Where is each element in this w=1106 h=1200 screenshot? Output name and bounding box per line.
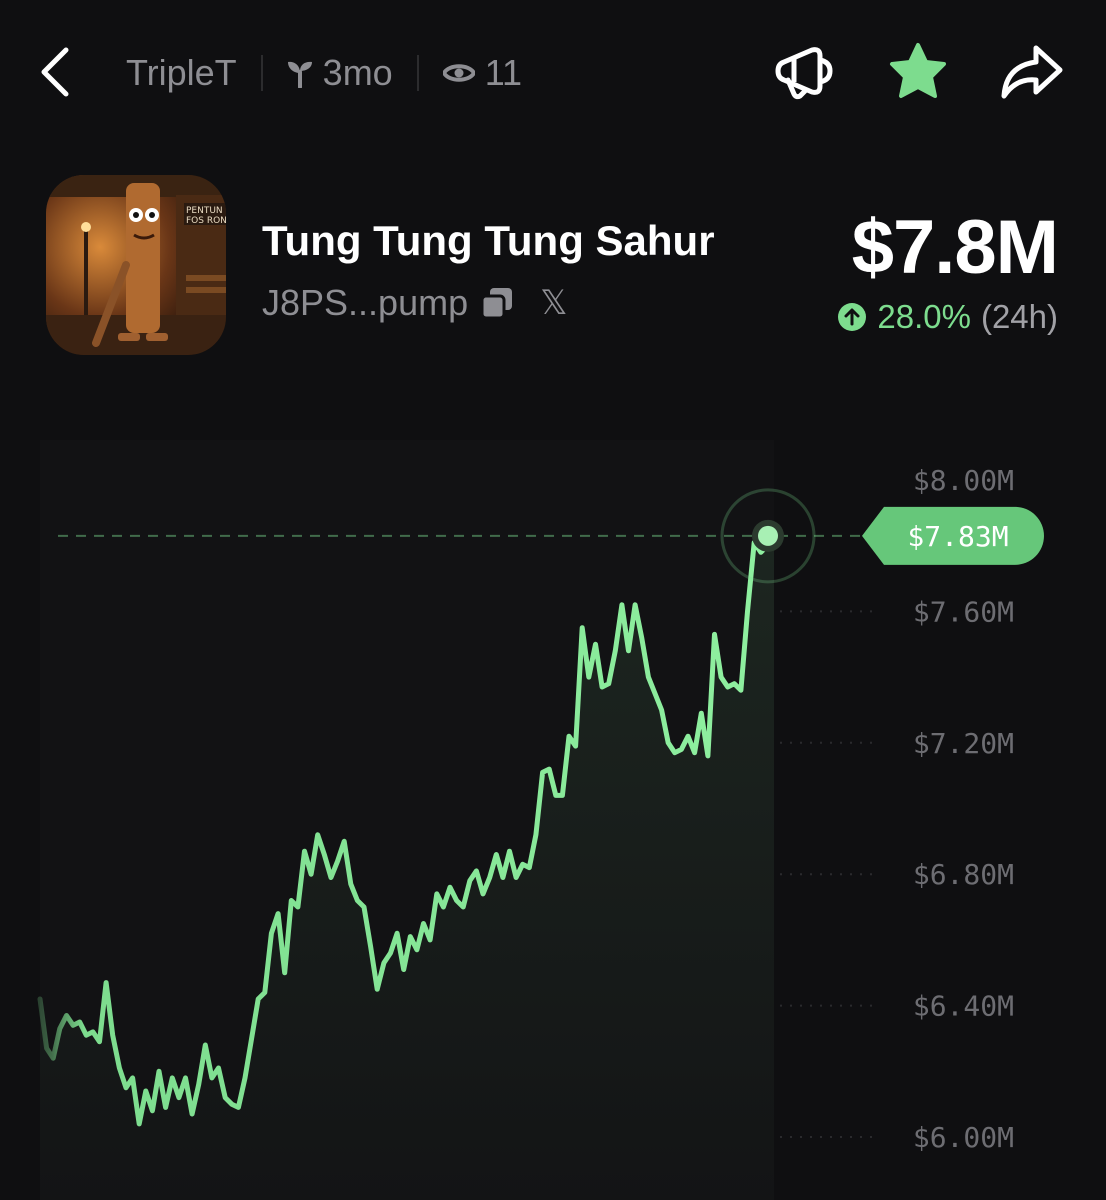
view-count-text: 11	[484, 52, 523, 93]
eye-icon	[442, 64, 475, 82]
current-price-label: $7.83M	[907, 520, 1008, 553]
current-point	[758, 525, 778, 546]
price-chart[interactable]: $8.00M $7.60M $7.20M $6.80M $6.40M $6.00M $7.…	[0, 440, 1106, 1200]
current-price-tag: $7.83M	[862, 506, 1044, 565]
top-bar: TripleT 3mo 11	[0, 0, 1106, 145]
token-name: Tung Tung Tung Sahur	[262, 217, 715, 264]
divider	[260, 55, 263, 91]
announce-button[interactable]	[772, 40, 836, 104]
svg-text:FOS RON: FOS RON	[186, 216, 226, 226]
token-address-row: J8PS...pump 𝕏	[262, 282, 568, 324]
copy-icon[interactable]	[480, 286, 514, 320]
token-meta: TripleT 3mo 11	[126, 48, 522, 98]
x-icon[interactable]: 𝕏	[540, 283, 567, 323]
creator-name[interactable]: TripleT	[126, 52, 237, 94]
share-button[interactable]	[998, 40, 1063, 104]
chevron-left-icon	[41, 47, 69, 97]
price-chart-svg[interactable]: $8.00M $7.60M $7.20M $6.80M $6.40M $6.00M $7.…	[0, 440, 1106, 1200]
star-icon	[890, 43, 946, 98]
view-count: 11	[442, 52, 523, 94]
y-tick-label: $7.60M	[913, 595, 1014, 628]
y-tick-label: $7.20M	[913, 727, 1014, 760]
token-artwork: PENTUN FOS RON	[46, 175, 226, 355]
token-info: PENTUN FOS RON Tung Tung Tung Sahur J8PS…	[0, 170, 1106, 370]
sprout-icon	[287, 61, 312, 88]
megaphone-icon	[775, 47, 833, 100]
change-percent: 28.0%	[877, 298, 971, 335]
divider	[416, 55, 419, 91]
y-tick-label: $6.00M	[913, 1121, 1014, 1154]
token-address: J8PS...pump	[262, 282, 469, 323]
favorite-button[interactable]	[886, 40, 950, 104]
svg-text:PENTUN: PENTUN	[186, 206, 223, 216]
share-icon	[1001, 45, 1063, 99]
y-tick-label: $6.80M	[913, 858, 1014, 891]
y-tick-label: $6.40M	[913, 990, 1014, 1023]
market-cap: $7.8M	[851, 205, 1059, 290]
token-age: 3mo	[287, 52, 393, 94]
y-tick-label: $8.00M	[913, 464, 1014, 497]
back-button[interactable]	[36, 42, 80, 102]
change-period: (24h)	[980, 298, 1058, 335]
price-change: 28.0% (24h)	[837, 298, 1058, 336]
token-image: PENTUN FOS RON	[46, 175, 226, 355]
token-age-text: 3mo	[322, 52, 393, 93]
arrow-up-circle-icon	[838, 303, 867, 331]
